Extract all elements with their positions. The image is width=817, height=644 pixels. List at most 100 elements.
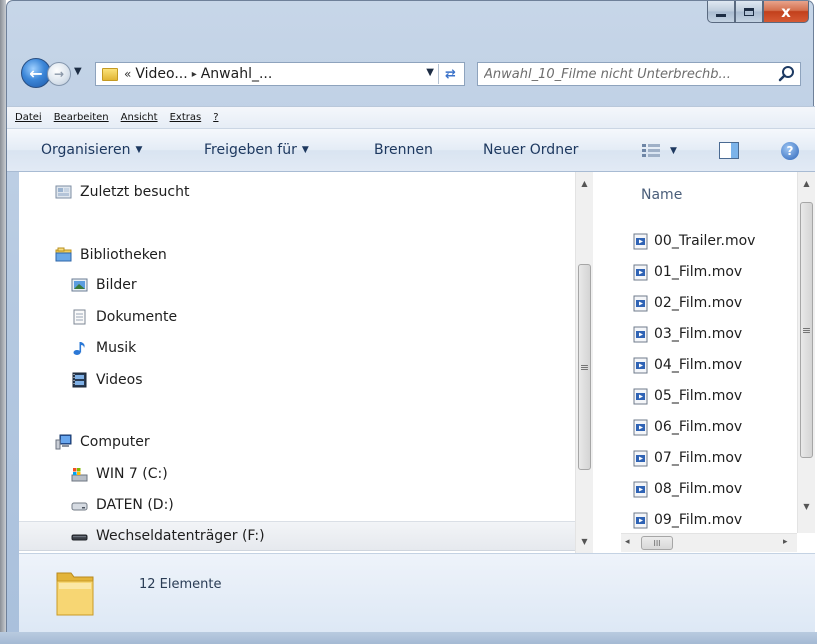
organize-dropdown-icon: ▼	[135, 145, 143, 155]
refresh-icon: ⇄	[445, 66, 456, 82]
video-file-icon	[633, 388, 648, 404]
breadcrumb-separator-icon[interactable]: ▸	[192, 69, 197, 80]
video-file-icon	[633, 512, 648, 528]
system-drive-icon	[71, 468, 88, 482]
file-name: 06_Film.mov	[654, 419, 743, 435]
documents-icon	[73, 309, 86, 325]
nav-item-drive-f[interactable]: Wechseldatenträger (F:)	[19, 521, 575, 551]
menu-bar: Datei Bearbeiten Ansicht Extras ?	[7, 106, 815, 128]
nav-item-recent-places[interactable]: Zuletzt besucht	[19, 177, 603, 207]
scroll-right-icon[interactable]: ▸	[783, 537, 788, 547]
file-item[interactable]: 01_Film.mov	[633, 257, 742, 287]
computer-icon	[55, 434, 72, 450]
file-item[interactable]: 03_Film.mov	[633, 319, 742, 349]
video-file-icon	[633, 264, 648, 280]
file-item[interactable]: 09_Film.mov	[633, 505, 742, 535]
file-item[interactable]: 04_Film.mov	[633, 350, 742, 380]
file-name: 05_Film.mov	[654, 388, 743, 404]
file-item[interactable]: 07_Film.mov	[633, 443, 742, 473]
nav-item-documents[interactable]: Dokumente	[19, 302, 603, 332]
burn-button[interactable]: Brennen	[374, 142, 433, 158]
nav-item-label: DATEN (D:)	[96, 497, 174, 513]
folder-icon	[102, 67, 118, 81]
scroll-down-icon[interactable]: ▼	[798, 498, 815, 515]
file-list-hscrollbar[interactable]: ◂ III ▸	[621, 533, 797, 552]
file-item[interactable]: 05_Film.mov	[633, 381, 742, 411]
scroll-thumb[interactable]: ≡	[800, 202, 813, 458]
organize-button[interactable]: Organisieren ▼	[41, 142, 142, 158]
window-bottom-border	[0, 632, 817, 644]
scroll-thumb[interactable]: ≡	[578, 264, 591, 470]
item-count: 12 Elemente	[139, 577, 222, 592]
caption-buttons: x	[707, 1, 809, 23]
share-button[interactable]: Freigeben für ▼	[204, 142, 309, 158]
nav-item-drive-d[interactable]: DATEN (D:)	[19, 490, 603, 520]
change-view-icon[interactable]	[642, 144, 660, 158]
minimize-button[interactable]	[707, 1, 735, 23]
menu-help[interactable]: ?	[213, 112, 218, 123]
nav-item-label: Bibliotheken	[80, 247, 167, 263]
maximize-button[interactable]	[735, 1, 763, 23]
scroll-up-icon[interactable]: ▲	[576, 175, 593, 192]
maximize-icon	[744, 7, 754, 16]
close-button[interactable]: x	[763, 1, 809, 23]
nav-item-drive-c[interactable]: WIN 7 (C:)	[19, 459, 603, 489]
nav-item-libraries[interactable]: Bibliotheken	[19, 240, 603, 270]
video-file-icon	[633, 295, 648, 311]
navigation-bar: ← → ▼ « Video... ▸ Anwahl_... ▼ ⇄ Anwahl…	[7, 56, 815, 90]
close-icon: x	[781, 2, 791, 21]
address-overflow-icon[interactable]: «	[124, 67, 131, 81]
breadcrumb-videos[interactable]: Video...	[135, 66, 187, 82]
libraries-icon	[55, 247, 72, 262]
search-input[interactable]: Anwahl_10_Filme nicht Unterbrechb...	[484, 67, 770, 82]
hard-drive-icon	[71, 502, 88, 511]
back-arrow-icon: ←	[29, 63, 43, 83]
recent-pages-dropdown[interactable]: ▼	[74, 66, 82, 77]
menu-view[interactable]: Ansicht	[121, 112, 158, 123]
address-dropdown-icon[interactable]: ▼	[426, 67, 434, 78]
share-dropdown-icon: ▼	[301, 145, 309, 155]
refresh-button[interactable]: ⇄	[438, 64, 462, 84]
video-file-icon	[633, 419, 648, 435]
nav-pane-scrollbar[interactable]: ▲ ≡ ▼	[575, 172, 593, 553]
nav-item-computer[interactable]: Computer	[19, 427, 603, 457]
preview-pane-icon[interactable]	[719, 142, 739, 159]
menu-file[interactable]: Datei	[15, 112, 42, 123]
file-list-pane: Name 00_Trailer.mov 01_Film.mov 02_Film.…	[621, 172, 815, 553]
minimize-icon	[716, 14, 726, 17]
file-list-scrollbar[interactable]: ▲ ≡ ▼	[797, 172, 815, 533]
file-item[interactable]: 06_Film.mov	[633, 412, 742, 442]
new-folder-button[interactable]: Neuer Ordner	[483, 142, 578, 158]
search-icon[interactable]	[778, 65, 796, 83]
file-name: 08_Film.mov	[654, 481, 743, 497]
file-name: 03_Film.mov	[654, 326, 743, 342]
file-item[interactable]: 00_Trailer.mov	[633, 226, 755, 256]
file-item[interactable]: 08_Film.mov	[633, 474, 742, 504]
view-dropdown-icon[interactable]: ▼	[670, 146, 677, 156]
address-bar[interactable]: « Video... ▸ Anwahl_... ▼ ⇄	[95, 62, 465, 86]
details-pane: 12 Elemente	[19, 553, 815, 633]
forward-button[interactable]: →	[47, 62, 71, 86]
navigation-pane: Zuletzt besucht Bibliotheken Bilder Doku…	[19, 172, 603, 553]
scroll-down-icon[interactable]: ▼	[576, 533, 593, 550]
videos-icon	[72, 372, 87, 388]
folder-icon	[56, 572, 94, 616]
breadcrumb-anwahl[interactable]: Anwahl_...	[201, 66, 273, 82]
nav-item-pictures[interactable]: Bilder	[19, 270, 603, 300]
column-header-name[interactable]: Name	[621, 180, 682, 210]
menu-tools[interactable]: Extras	[170, 112, 202, 123]
help-button[interactable]: ?	[781, 142, 799, 160]
file-item[interactable]: 02_Film.mov	[633, 288, 742, 318]
scroll-left-icon[interactable]: ◂	[625, 537, 630, 547]
nav-item-label: Zuletzt besucht	[80, 184, 190, 200]
file-name: 09_Film.mov	[654, 512, 743, 528]
video-file-icon	[633, 357, 648, 373]
nav-item-label: WIN 7 (C:)	[96, 466, 168, 482]
search-box[interactable]: Anwahl_10_Filme nicht Unterbrechb...	[477, 62, 801, 86]
file-name: 00_Trailer.mov	[654, 233, 756, 249]
nav-item-videos[interactable]: Videos	[19, 365, 603, 395]
nav-item-music[interactable]: Musik	[19, 333, 603, 363]
hscroll-thumb[interactable]: III	[641, 536, 673, 550]
menu-edit[interactable]: Bearbeiten	[54, 112, 109, 123]
scroll-up-icon[interactable]: ▲	[798, 175, 815, 192]
